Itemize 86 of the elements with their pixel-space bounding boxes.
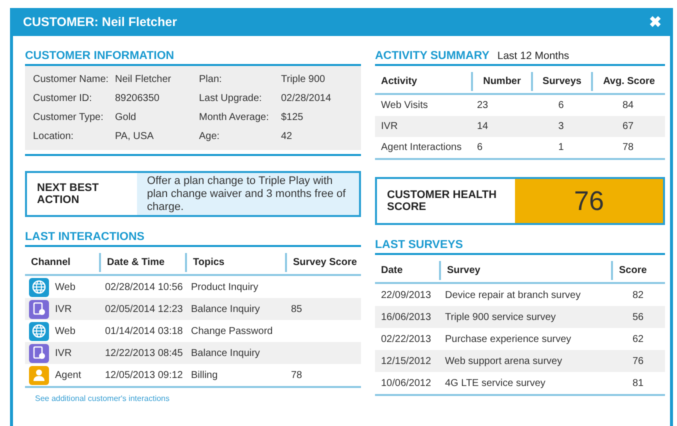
table-cell-text: Billing	[190, 370, 219, 380]
section-title: LAST SURVEYS	[375, 239, 463, 251]
field-label: Customer Type:	[33, 111, 104, 125]
table-cell: IVR	[55, 348, 72, 358]
table-cell-text: 1	[557, 142, 565, 153]
table-cell-text: 76	[631, 356, 645, 366]
table-cell-text: 56	[631, 312, 645, 322]
table-cell-text: 02/05/2014 12:23	[104, 304, 184, 314]
field-value: 42	[281, 130, 294, 144]
column-header: Date & Time	[99, 253, 185, 272]
table-cell-text: 82	[631, 290, 645, 300]
column-header: Channel	[30, 256, 72, 270]
field-value: Gold	[115, 111, 138, 125]
table-cell-text: 78	[290, 370, 304, 380]
column-header: Topics	[185, 253, 285, 272]
table-cell-text: Product Inquiry	[190, 282, 260, 292]
table-cell-text: 62	[631, 334, 645, 344]
column-header: Score	[611, 261, 665, 280]
table-cell-text: 85	[290, 304, 304, 314]
table-cell-text: 01/14/2014 03:18	[104, 326, 184, 336]
table-cell-text: 10/06/2012	[380, 378, 432, 388]
globe-icon	[29, 278, 49, 296]
table-cell-text: 23	[476, 100, 490, 111]
table-cell-text: 22/09/2013	[380, 290, 432, 300]
field-label: Month Average:	[199, 111, 270, 125]
table-cell: Web	[55, 282, 76, 292]
table-cell-text: 6	[557, 100, 565, 111]
table-cell-text: Triple 900 service survey	[444, 312, 557, 322]
table-cell-text: Balance Inquiry	[190, 348, 261, 358]
table-cell-text: Web Visits	[380, 100, 429, 111]
table-cell-text: 84	[621, 100, 635, 111]
table-cell-text: 67	[621, 121, 635, 132]
window-title: CUSTOMER: Neil Fletcher	[23, 15, 177, 29]
table-cell-text: 12/15/2012	[380, 356, 432, 366]
table-cell-text: 6	[476, 142, 484, 153]
table-cell-text: 78	[621, 142, 635, 153]
column-header: Survey	[439, 261, 611, 280]
phone-hand-icon	[29, 300, 49, 318]
field-value: $125	[281, 111, 304, 125]
field-value: Triple 900	[281, 73, 326, 87]
table-cell-text: Purchase experience survey	[444, 334, 572, 344]
table-cell-text: Balance Inquiry	[190, 304, 261, 314]
column-header: Date	[380, 264, 404, 278]
section-title: ACTIVITY SUMMARY	[375, 50, 490, 62]
health-score: 76	[515, 179, 663, 223]
person-icon	[29, 366, 49, 384]
table-cell: IVR	[55, 304, 72, 314]
table-cell-text: 4G LTE service survey	[444, 378, 546, 388]
column-header: Number	[471, 72, 531, 91]
table-cell-text: 02/22/2013	[380, 334, 432, 344]
field-value: Neil Fletcher	[115, 73, 172, 87]
table-cell-text: Change Password	[190, 326, 274, 336]
table-cell-text: Agent Interactions	[380, 142, 463, 153]
section-title: CUSTOMER INFORMATION	[25, 50, 174, 62]
column-header: Survey Score	[285, 253, 361, 272]
table-cell-text: 14	[476, 121, 490, 132]
close-button[interactable]: ✖	[649, 13, 662, 31]
column-header: Surveys	[531, 72, 591, 91]
table-cell-text: 81	[631, 378, 645, 388]
field-label: Customer ID:	[33, 92, 93, 106]
section-title: LAST INTERACTIONS	[25, 231, 144, 243]
section-subtitle: Last 12 Months	[497, 50, 570, 62]
column-header: Avg. Score	[591, 72, 665, 91]
field-value: PA, USA	[115, 130, 155, 144]
field-label: Last Upgrade:	[199, 92, 263, 106]
table-cell-text: 16/06/2013	[380, 312, 432, 322]
table-cell: Agent	[55, 370, 82, 380]
table-cell-text: 02/28/2014 10:56	[104, 282, 184, 292]
globe-icon	[29, 322, 49, 340]
interactions-link[interactable]: See additional customer's interactions	[35, 394, 361, 403]
table-cell: Web	[55, 326, 76, 336]
table-cell-text: IVR	[380, 121, 399, 132]
field-label: Age:	[199, 130, 221, 144]
field-label: Location:	[33, 130, 75, 144]
field-label: Plan:	[199, 73, 223, 87]
column-header: Activity	[380, 75, 418, 89]
table-cell-text: Device repair at branch survey	[444, 290, 582, 300]
table-cell-text: 3	[557, 121, 565, 132]
field-value: 89206350	[115, 92, 160, 106]
table-cell-text: 12/05/2013 09:12	[104, 370, 184, 380]
field-label: Customer Name:	[33, 73, 110, 87]
phone-hand-icon	[29, 344, 49, 362]
field-value: 02/28/2014	[281, 92, 332, 106]
table-cell-text: Web support arena survey	[444, 356, 564, 366]
action-text: Offer a plan change to Triple Play with plan change waiver and 3 months free of charge.	[137, 173, 359, 215]
table-cell-text: 12/22/2013 08:45	[104, 348, 184, 358]
